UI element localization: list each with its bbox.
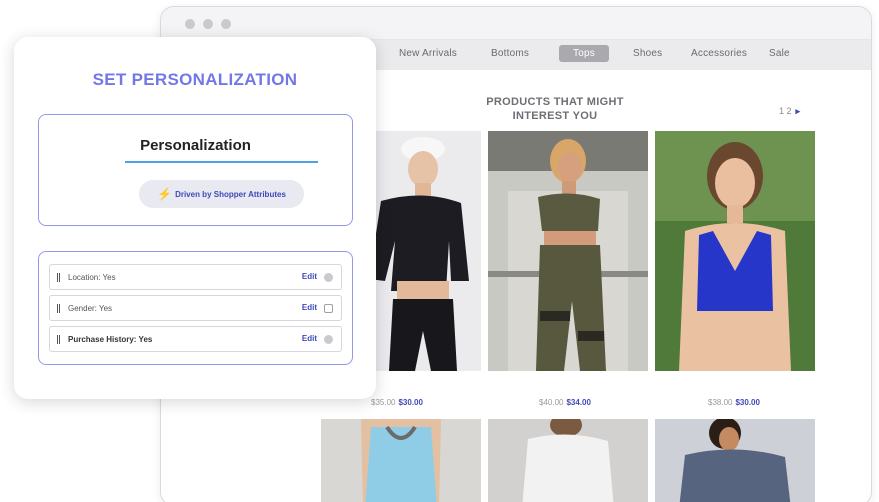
window-dot-icon bbox=[221, 19, 231, 29]
nav-shoes[interactable]: Shoes bbox=[633, 48, 662, 59]
product-image[interactable] bbox=[488, 419, 648, 502]
lightning-icon: ⚡ bbox=[157, 187, 173, 201]
price-row: $40.00 $34.00 bbox=[539, 398, 591, 407]
edit-link[interactable]: Edit bbox=[302, 334, 317, 343]
driven-by-pill[interactable]: ⚡ Driven by Shopper Attributes bbox=[139, 180, 304, 208]
nav-bottoms[interactable]: Bottoms bbox=[491, 48, 529, 59]
toggle-icon[interactable] bbox=[324, 335, 333, 344]
heading-line-2: INTEREST YOU bbox=[512, 110, 598, 122]
original-price: $35.00 bbox=[371, 398, 396, 407]
product-image[interactable] bbox=[321, 419, 481, 502]
product-image[interactable] bbox=[655, 419, 815, 502]
title-bar bbox=[161, 7, 871, 40]
attribute-row-gender[interactable]: Gender: Yes Edit bbox=[49, 295, 342, 321]
price-row: $35.00 $30.00 bbox=[371, 398, 423, 407]
original-price: $40.00 bbox=[539, 398, 564, 407]
attribute-row-purchase-history[interactable]: Purchase History: Yes Edit bbox=[49, 326, 342, 352]
nav-tops[interactable]: Tops bbox=[559, 45, 609, 62]
product-image[interactable] bbox=[488, 131, 648, 371]
window-dot-icon bbox=[203, 19, 213, 29]
product-photo-olive-set bbox=[488, 131, 648, 371]
heading-underline bbox=[125, 161, 318, 163]
pager-numbers[interactable]: 1 2 bbox=[779, 106, 792, 116]
attribute-label: Location: Yes bbox=[68, 273, 116, 282]
product-photo-white-top bbox=[488, 419, 648, 502]
attribute-label: Purchase History: Yes bbox=[68, 335, 153, 344]
nav-accessories[interactable]: Accessories bbox=[691, 48, 747, 59]
recommendations-heading: PRODUCTS THAT MIGHT INTEREST YOU bbox=[461, 95, 649, 123]
drag-handle-icon[interactable] bbox=[57, 335, 60, 344]
toggle-icon[interactable] bbox=[324, 304, 333, 313]
toggle-icon[interactable] bbox=[324, 273, 333, 282]
stage: New Arrivals Bottoms Tops Shoes Accessor… bbox=[0, 0, 879, 502]
window-dot-icon bbox=[185, 19, 195, 29]
product-image[interactable] bbox=[655, 131, 815, 371]
edit-link[interactable]: Edit bbox=[302, 272, 317, 281]
nav-new-arrivals[interactable]: New Arrivals bbox=[399, 48, 457, 59]
card-title: SET PERSONALIZATION bbox=[92, 70, 298, 89]
edit-link[interactable]: Edit bbox=[302, 303, 317, 312]
product-photo-blue-tank bbox=[321, 419, 481, 502]
attribute-label: Gender: Yes bbox=[68, 304, 113, 313]
sale-price: $30.00 bbox=[398, 398, 423, 407]
original-price: $38.00 bbox=[708, 398, 733, 407]
next-arrow-icon[interactable]: ▸ bbox=[796, 106, 801, 116]
personalization-heading: Personalization bbox=[140, 137, 251, 154]
nav-sale[interactable]: Sale bbox=[769, 48, 790, 59]
product-photo-blue-bra bbox=[655, 131, 815, 371]
personalization-box: Personalization ⚡ Driven by Shopper Attr… bbox=[38, 114, 353, 226]
drag-handle-icon[interactable] bbox=[57, 273, 60, 282]
price-row: $38.00 $30.00 bbox=[708, 398, 760, 407]
personalization-card: SET PERSONALIZATION Personalization ⚡ Dr… bbox=[14, 37, 376, 399]
product-photo-gray-top bbox=[655, 419, 815, 502]
sale-price: $34.00 bbox=[566, 398, 591, 407]
drag-handle-icon[interactable] bbox=[57, 304, 60, 313]
driven-by-label: Driven by Shopper Attributes bbox=[175, 189, 286, 199]
attributes-box: Location: Yes Edit Gender: Yes Edit Purc… bbox=[38, 251, 353, 365]
pager[interactable]: 1 2 ▸ bbox=[779, 106, 800, 117]
attribute-row-location[interactable]: Location: Yes Edit bbox=[49, 264, 342, 290]
heading-line-1: PRODUCTS THAT MIGHT bbox=[486, 96, 624, 108]
sale-price: $30.00 bbox=[735, 398, 760, 407]
